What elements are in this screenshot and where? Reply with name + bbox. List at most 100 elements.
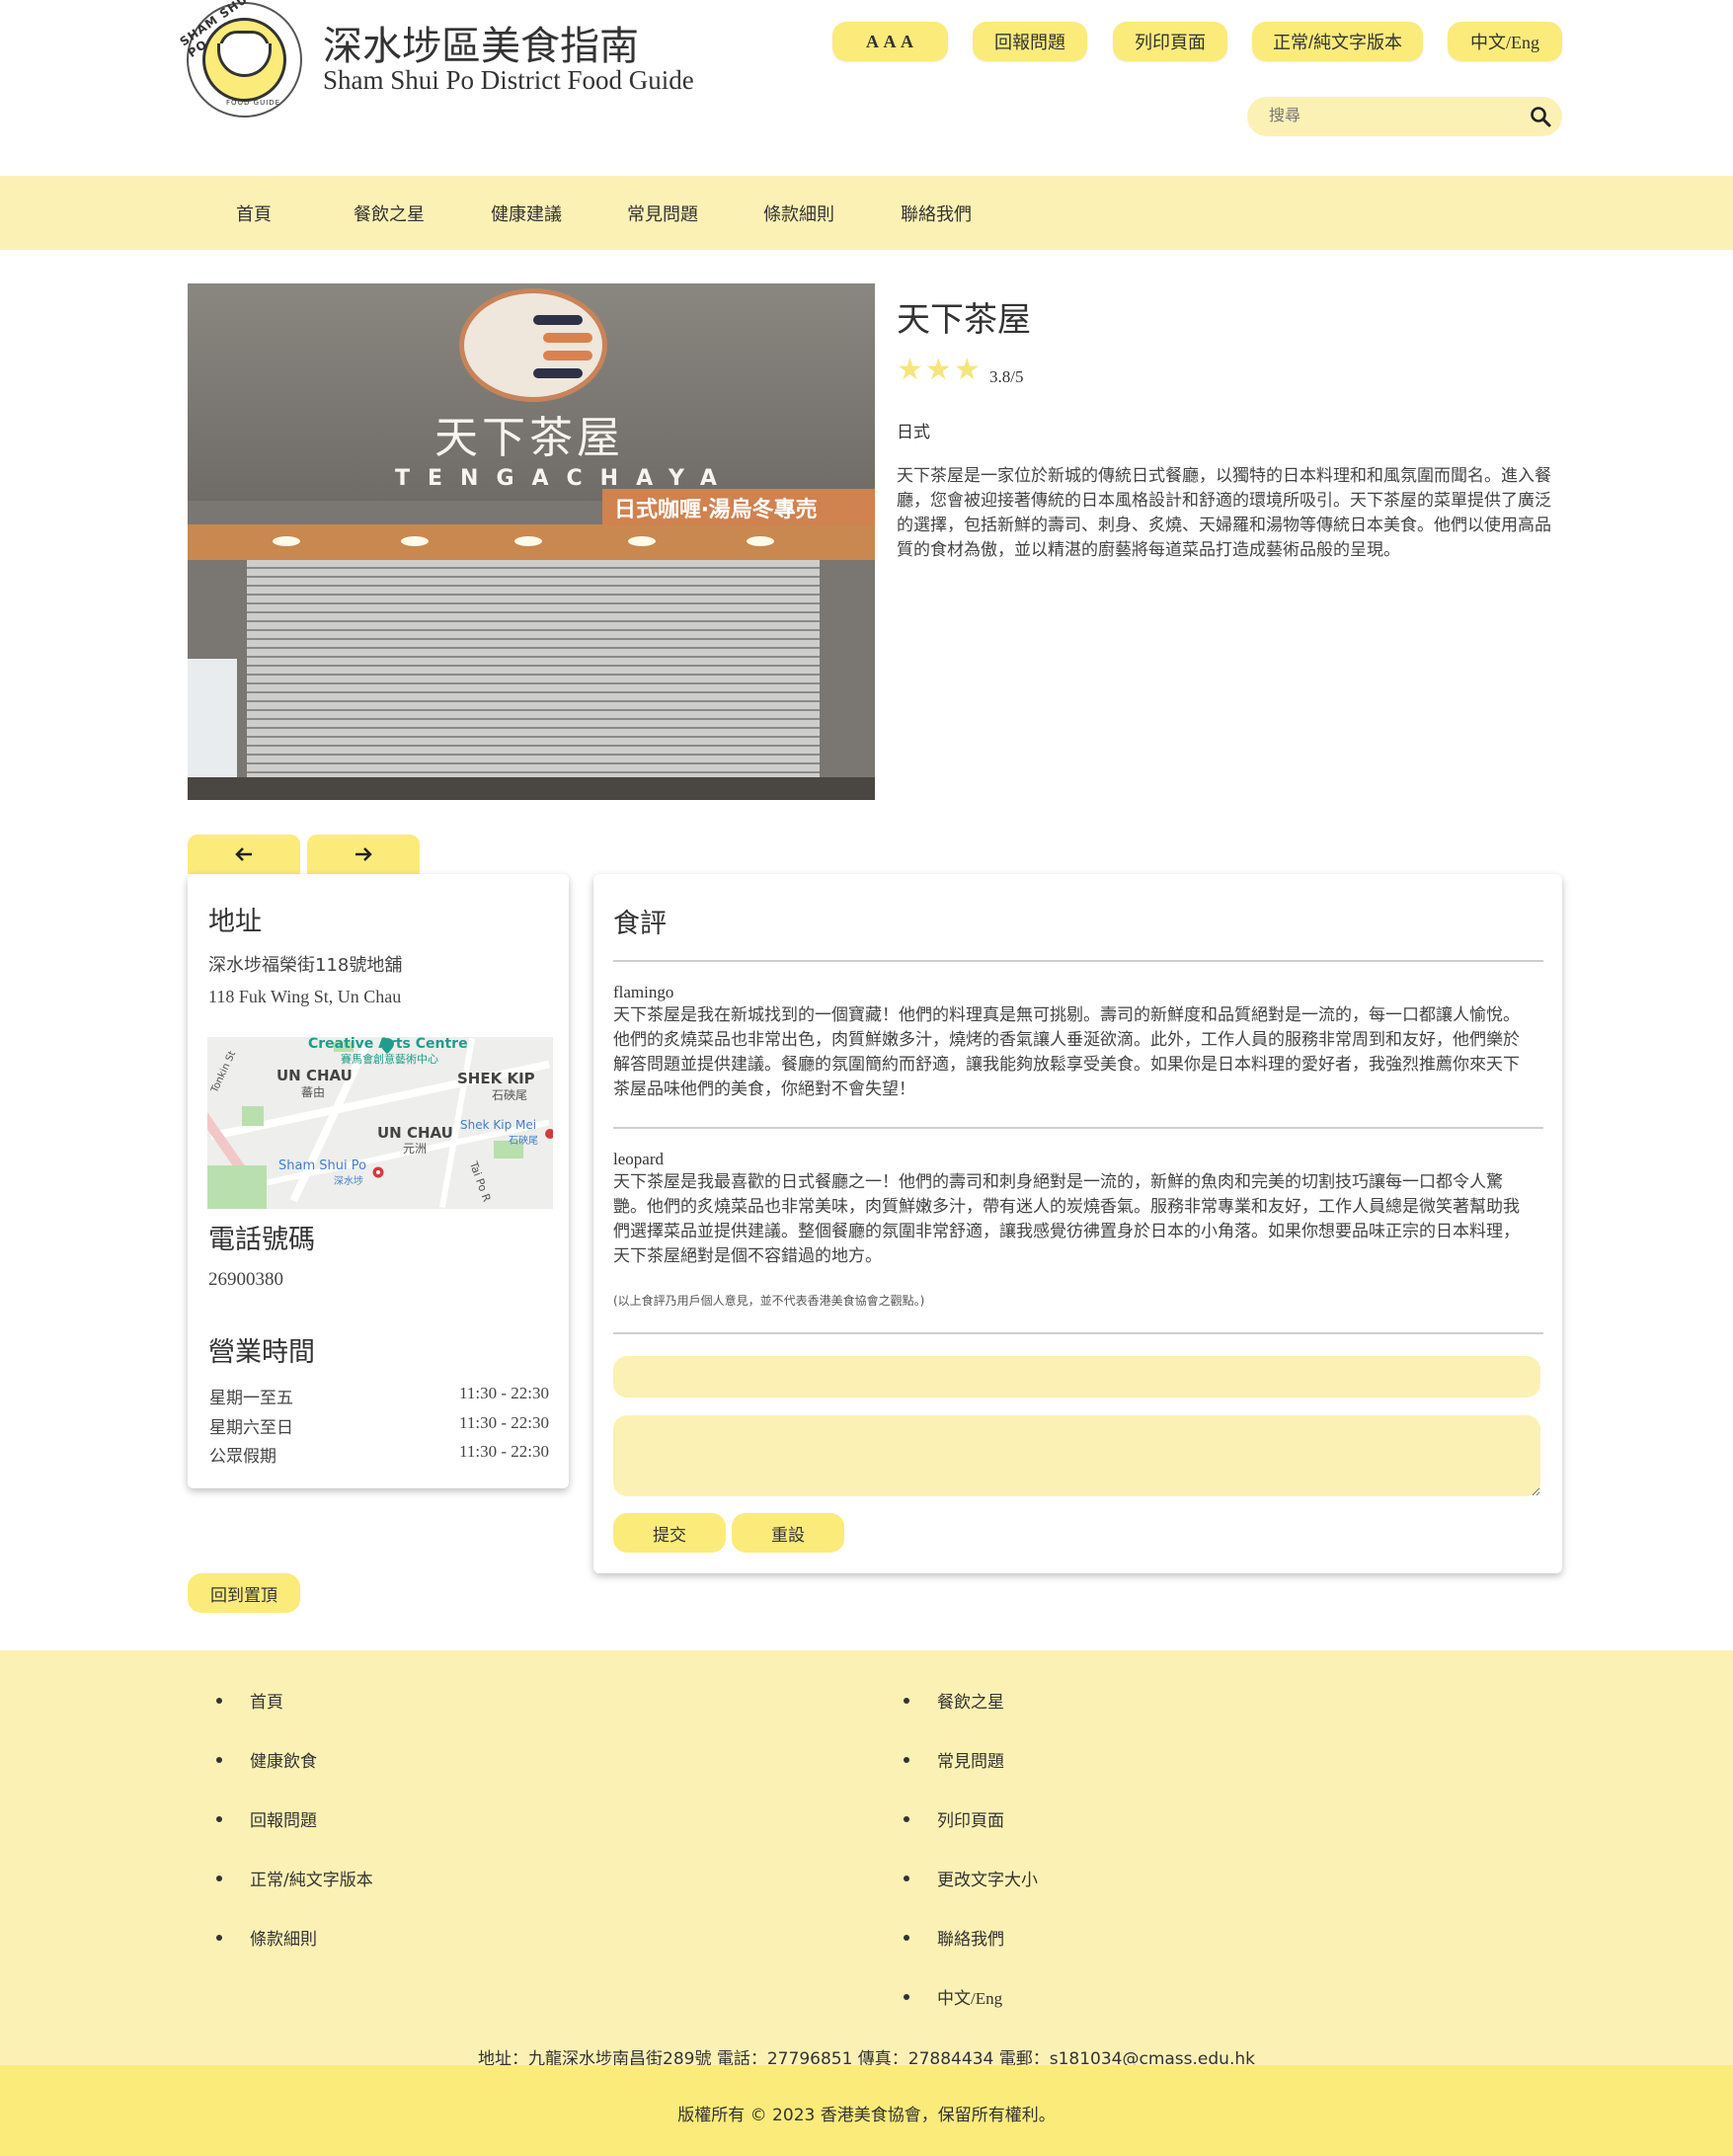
print-page-button[interactable]: 列印頁面 [1113,22,1227,61]
hours-day: 公眾假期 [209,1447,276,1467]
info-card: 地址 深水埗福榮街118號地舖 118 Fuk Wing St, Un Chau… [188,874,569,1488]
hours-row: 星期一至五 11:30 - 22:30 [209,1384,549,1408]
footer-link-language[interactable]: 中文/Eng [904,1984,1002,2009]
review-author: leopard [613,1150,664,1168]
nav-item-contact[interactable]: 聯絡我們 [901,200,972,226]
bullet-icon [904,1934,909,1941]
map-label-tonkin: Tonkin St [209,1049,239,1095]
footer-link-label: 聯絡我們 [937,1930,1004,1950]
footer-link-faq[interactable]: 常見問題 [904,1747,1004,1772]
map-label-un-chau-top: UN CHAU [276,1067,353,1084]
hours-heading: 營業時間 [208,1337,315,1368]
review-comment-textarea[interactable] [613,1415,1540,1496]
nav-item-star-restaurants[interactable]: 餐飲之星 [354,200,425,226]
bullet-icon [904,1815,909,1822]
photo-base [188,777,875,800]
photo-shutter [247,560,820,787]
rating-text: 3.8/5 [989,367,1024,386]
star-icon: ★ [924,353,952,387]
footer-link-label: 常見問題 [937,1752,1004,1772]
footer-link-font-size[interactable]: 更改文字大小 [904,1866,1038,1890]
review-disclaimer: (以上食評乃用戶個人意見，並不代表香港美食協會之觀點。) [613,1294,925,1308]
star-icon: ★ [897,353,923,387]
bullet-icon [216,1815,222,1822]
footer-link-contact[interactable]: 聯絡我們 [904,1925,1004,1950]
prev-photo-button[interactable] [188,835,300,874]
review-name-input[interactable] [613,1356,1540,1397]
language-button[interactable]: 中文/Eng [1448,22,1562,61]
photo-sign-logo [459,288,607,402]
map-label-un-chau-top-zh: 蕃由 [301,1085,326,1099]
footer-link-health[interactable]: 健康飲食 [216,1747,317,1772]
report-problem-button[interactable]: 回報問題 [973,22,1087,61]
hours-row: 公眾假期 11:30 - 22:30 [209,1442,549,1467]
map-label-shek-kip-mei-zh: 石硤尾 [509,1136,538,1147]
address-heading: 地址 [208,907,262,937]
address-zh: 深水埗福榮街118號地舖 [208,955,403,976]
hours-row: 星期六至日 11:30 - 22:30 [209,1413,549,1438]
map-label-un-chau-zh: 元洲 [403,1142,428,1156]
map-pin-icon [380,1038,394,1054]
footer-link-star-restaurants[interactable]: 餐飲之星 [904,1688,1004,1713]
footer-link-report[interactable]: 回報問題 [216,1806,317,1831]
reviews-card: 食評 flamingo 天下茶屋是我在新城找到的一個寶藏！他們的料理真是無可挑剔… [593,874,1562,1573]
bullet-icon [904,1756,909,1763]
photo-lights [273,536,774,546]
site-footer [0,1650,1733,2065]
map-label-tai-po: Tai Po R [466,1159,494,1204]
reviews-heading: 食評 [613,909,667,939]
map-label-shek-kip-mei: Shek Kip Mei [460,1118,537,1132]
hours-day: 星期一至五 [209,1389,293,1408]
map-label-sham-shui-po: Sham Shui Po [278,1158,367,1173]
restaurant-name: 天下茶屋 [897,300,1031,340]
footer-link-label: 回報問題 [250,1811,317,1831]
footer-link-label: 正常/純文字版本 [250,1871,373,1890]
hours-day: 星期六至日 [209,1418,293,1438]
site-title-zh: 深水埗區美食指南 [323,24,639,69]
search-box [1247,97,1562,136]
photo-sign-name: 天下茶屋 [434,413,624,463]
nav-item-health[interactable]: 健康建議 [491,200,562,226]
footer-link-home[interactable]: 首頁 [216,1688,283,1713]
font-size-button[interactable]: A A A [832,22,948,61]
search-input[interactable] [1269,105,1516,128]
map-label-shek-kip-zh: 石硤尾 [492,1088,528,1102]
hours-time: 11:30 - 22:30 [459,1384,549,1402]
footer-link-label: 餐飲之星 [937,1693,1004,1713]
phone-heading: 電話號碼 [208,1225,315,1255]
bullet-icon [216,1697,222,1704]
footer-link-text-version[interactable]: 正常/純文字版本 [216,1866,373,1890]
bullet-icon [216,1756,222,1763]
arrow-left-icon [235,847,252,861]
footer-link-print[interactable]: 列印頁面 [904,1806,1004,1831]
restaurant-description: 天下茶屋是一家位於新城的傳統日式餐廳，以獨特的日本料理和和風氛圍而聞名。進入餐廳… [897,466,1551,560]
divider [613,960,1543,962]
nav-item-terms[interactable]: 條款細則 [763,200,834,226]
site-logo[interactable]: SHAM SHUI PO FOOD GUIDE [178,0,302,118]
search-icon[interactable] [1529,105,1552,128]
back-to-top-button[interactable]: 回到置頂 [188,1573,300,1613]
map-label-shek-kip: SHEK KIP [457,1070,535,1087]
footer-link-label: 中文/Eng [937,1989,1003,2008]
photo-banner: 日式咖喱‧湯烏冬專売 [602,489,875,524]
footer-link-label: 更改文字大小 [937,1871,1038,1890]
hours-time: 11:30 - 22:30 [459,1413,549,1432]
footer-link-label: 列印頁面 [937,1811,1004,1831]
map-label-sham-shui-po-zh: 深水埗 [334,1176,363,1187]
text-version-button[interactable]: 正常/純文字版本 [1252,22,1423,61]
bullet-icon [216,1934,222,1941]
nav-item-home[interactable]: 首頁 [236,200,272,226]
submit-button[interactable]: 提交 [613,1513,726,1553]
cuisine-type: 日式 [897,423,930,442]
map-station-icon [372,1166,384,1178]
reset-button[interactable]: 重設 [732,1513,844,1553]
nav-item-faq[interactable]: 常見問題 [627,200,698,226]
divider [613,1332,1543,1334]
footer-link-terms[interactable]: 條款細則 [216,1925,317,1950]
bullet-icon [216,1875,222,1881]
restaurant-photo: 天下茶屋 TENGACHAYA 日式咖喱‧湯烏冬專売 [188,283,875,800]
next-photo-button[interactable] [307,835,420,874]
location-map[interactable]: Creative Arts Centre 賽馬會創意藝術中心 UN CHAU 蕃… [207,1037,553,1209]
review-text: 天下茶屋是我最喜歡的日式餐廳之一！他們的壽司和刺身絕對是一流的，新鮮的魚肉和完美… [613,1172,1520,1266]
site-header: SHAM SHUI PO FOOD GUIDE 深水埗區美食指南 Sham Sh… [0,0,1733,176]
